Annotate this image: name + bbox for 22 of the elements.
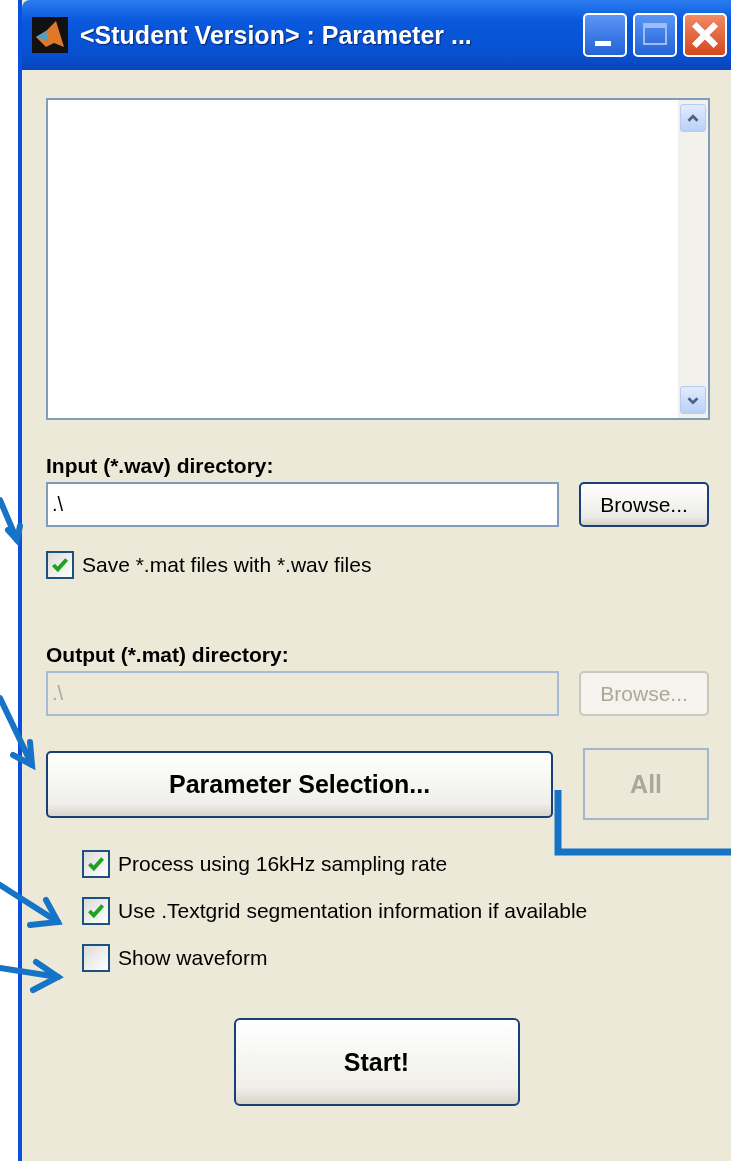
directory-field[interactable]: .\: [46, 482, 560, 527]
checkbox-label: Process using 16kHz sampling rate: [118, 852, 448, 876]
browse-button[interactable]: Browse...: [579, 482, 709, 527]
checkbox-label: Save *.mat files with *.wav files: [82, 553, 372, 577]
annotation-arrow: [0, 882, 63, 928]
checkbox-label: Use .Textgrid segmentation information if available: [118, 899, 588, 923]
annotation-arrow: [0, 959, 64, 993]
annotation-arrow: [0, 497, 23, 547]
scroll-bar[interactable]: [678, 100, 708, 418]
parameter-selection-button[interactable]: Parameter Selection...: [46, 750, 554, 818]
checkbox-label: Show waveform: [118, 946, 268, 970]
minimize-button[interactable]: [583, 13, 627, 57]
start-button[interactable]: Start!: [233, 1018, 520, 1106]
directory-label: Output (*.mat) directory:: [46, 643, 290, 667]
checkbox[interactable]: [82, 897, 110, 925]
checkbox[interactable]: [82, 850, 110, 878]
app-logo-icon: [32, 17, 68, 53]
directory-label: Input (*.wav) directory:: [46, 454, 275, 478]
maximize-button[interactable]: [633, 13, 677, 57]
checkbox[interactable]: [82, 944, 110, 972]
checkbox[interactable]: [46, 551, 74, 579]
window-title: <Student Version> : Parameter ...: [80, 20, 472, 50]
